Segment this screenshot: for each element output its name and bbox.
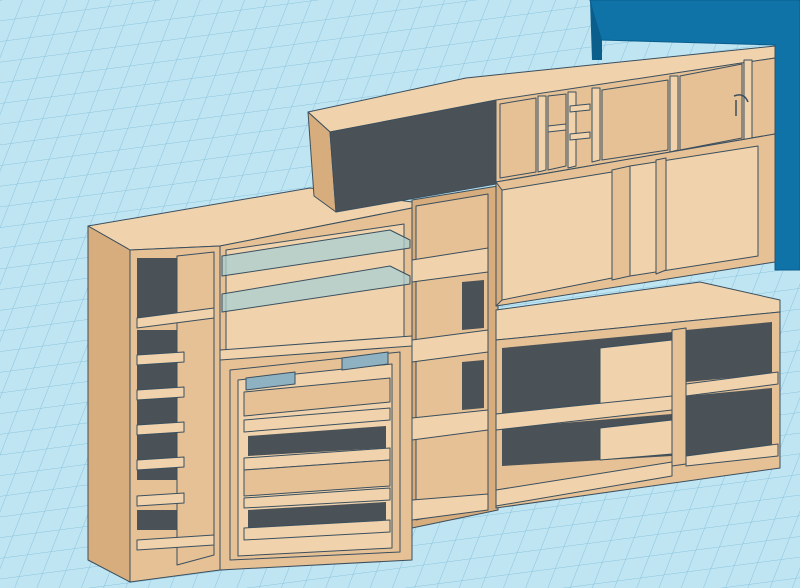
3d-viewport[interactable] [0, 0, 800, 588]
narrow-open-shelf[interactable] [411, 185, 499, 529]
design-canvas[interactable] [0, 0, 800, 588]
center-glass-shelf-unit[interactable] [219, 207, 413, 571]
right-low-sideboard[interactable] [495, 281, 781, 509]
